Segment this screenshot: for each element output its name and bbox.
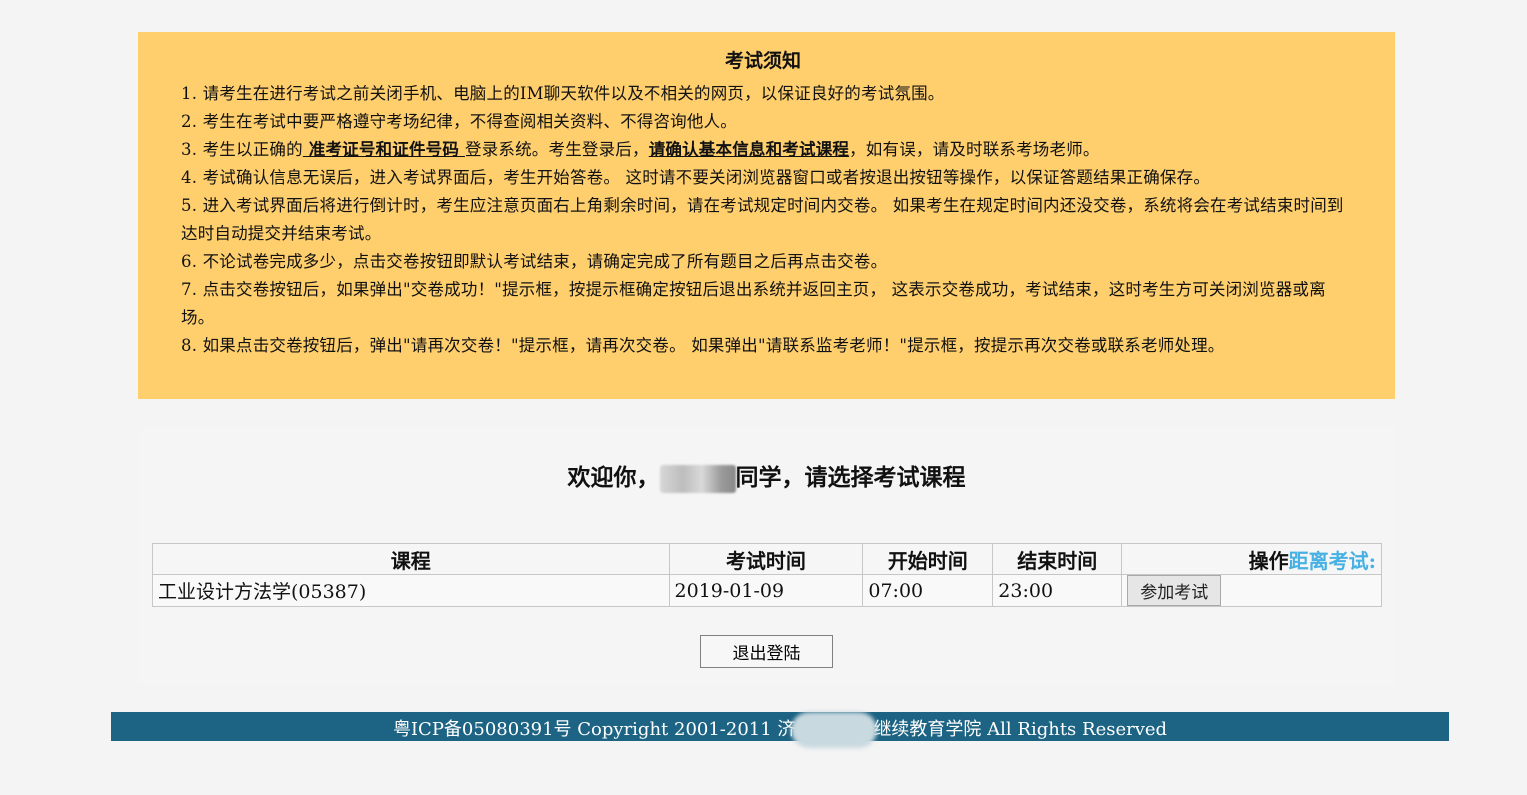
course-selection-panel: 欢迎你， 同学，请选择考试课程 课程 考试时间 开始时间 结束时间 操作距离考试:… [138,426,1395,685]
col-header-exam-time: 考试时间 [668,543,864,575]
col-header-operation: 操作距离考试: [1121,543,1382,575]
cell-exam-time: 2019-01-09 [668,574,864,607]
course-table: 课程 考试时间 开始时间 结束时间 操作距离考试: 工业设计方法学(05387)… [152,543,1382,607]
notice-item-3-id-emphasis: 准考证号和证件号码 [302,140,465,159]
cell-course: 工业设计方法学(05387) [152,574,670,607]
countdown-label: 距离考试: [1288,548,1376,573]
notice-item-8: 8. 如果点击交卷按钮后，弹出"请再次交卷！"提示框，请再次交卷。 如果弹出"请… [181,336,1225,355]
redacted-institution-name [791,712,878,748]
col-header-end-time: 结束时间 [992,543,1123,575]
join-exam-button[interactable]: 参加考试 [1127,575,1222,606]
notice-item-2: 2. 考生在考试中要严格遵守考场纪律，不得查阅相关资料、不得咨询他人。 [181,112,737,131]
redacted-student-name [659,465,736,493]
notice-item-4: 4. 考试确认信息无误后，进入考试界面后，考生开始答卷。 这时请不要关闭浏览器窗… [181,168,1211,187]
notice-item-3-suffix: ，如有误，请及时联系考场老师。 [849,140,1100,159]
welcome-heading: 欢迎你， 同学，请选择考试课程 [138,460,1395,496]
notice-item-7: 7. 点击交卷按钮后，如果弹出"交卷成功！"提示框，按提示框确定按钮后退出系统并… [181,280,1326,327]
notice-item-3-confirm-emphasis: 请确认基本信息和考试课程 [648,140,850,159]
notice-item-3-prefix: 3. 考生以正确的 [181,140,303,159]
notice-title: 考试须知 [724,50,801,72]
cell-start-time: 07:00 [862,574,994,607]
notice-item-5: 5. 进入考试界面后将进行倒计时，考生应注意页面右上角剩余时间，请在考试规定时间… [181,196,1344,243]
col-header-course: 课程 [152,543,670,575]
exam-notice-panel: 考试须知 1. 请考生在进行考试之前关闭手机、电脑上的IM聊天软件以及不相关的网… [138,32,1395,399]
welcome-prefix: 欢迎你， [567,464,660,491]
cell-end-time: 23:00 [992,574,1123,607]
notice-item-1: 1. 请考生在进行考试之前关闭手机、电脑上的IM聊天软件以及不相关的网页，以保证… [181,84,945,103]
notice-item-6: 6. 不论试卷完成多少，点击交卷按钮即默认考试结束，请确定完成了所有题目之后再点… [181,252,888,271]
footer-copyright-right: 继续教育学院 All Rights Reserved [873,719,1168,740]
footer-copyright-left: 粤ICP备05080391号 Copyright 2001-2011 济 [392,719,796,740]
welcome-suffix: 同学，请选择考试课程 [735,464,966,491]
logout-button[interactable]: 退出登陆 [700,635,833,668]
operation-label: 操作 [1248,548,1289,573]
table-header-row: 课程 考试时间 开始时间 结束时间 操作距离考试: [152,543,1382,575]
notice-item-3: 3. 考生以正确的 准考证号和证件号码 登录系统。考生登录后，请确认基本信息和考… [181,136,1345,164]
col-header-start-time: 开始时间 [862,543,994,575]
footer: 粤ICP备05080391号 Copyright 2001-2011 济 继续教育… [111,712,1449,748]
notice-item-3-middle: 登录系统。考生登录后， [465,140,649,159]
cell-action: 参加考试 [1121,574,1382,607]
table-row: 工业设计方法学(05387) 2019-01-09 07:00 23:00 参加… [152,574,1382,607]
